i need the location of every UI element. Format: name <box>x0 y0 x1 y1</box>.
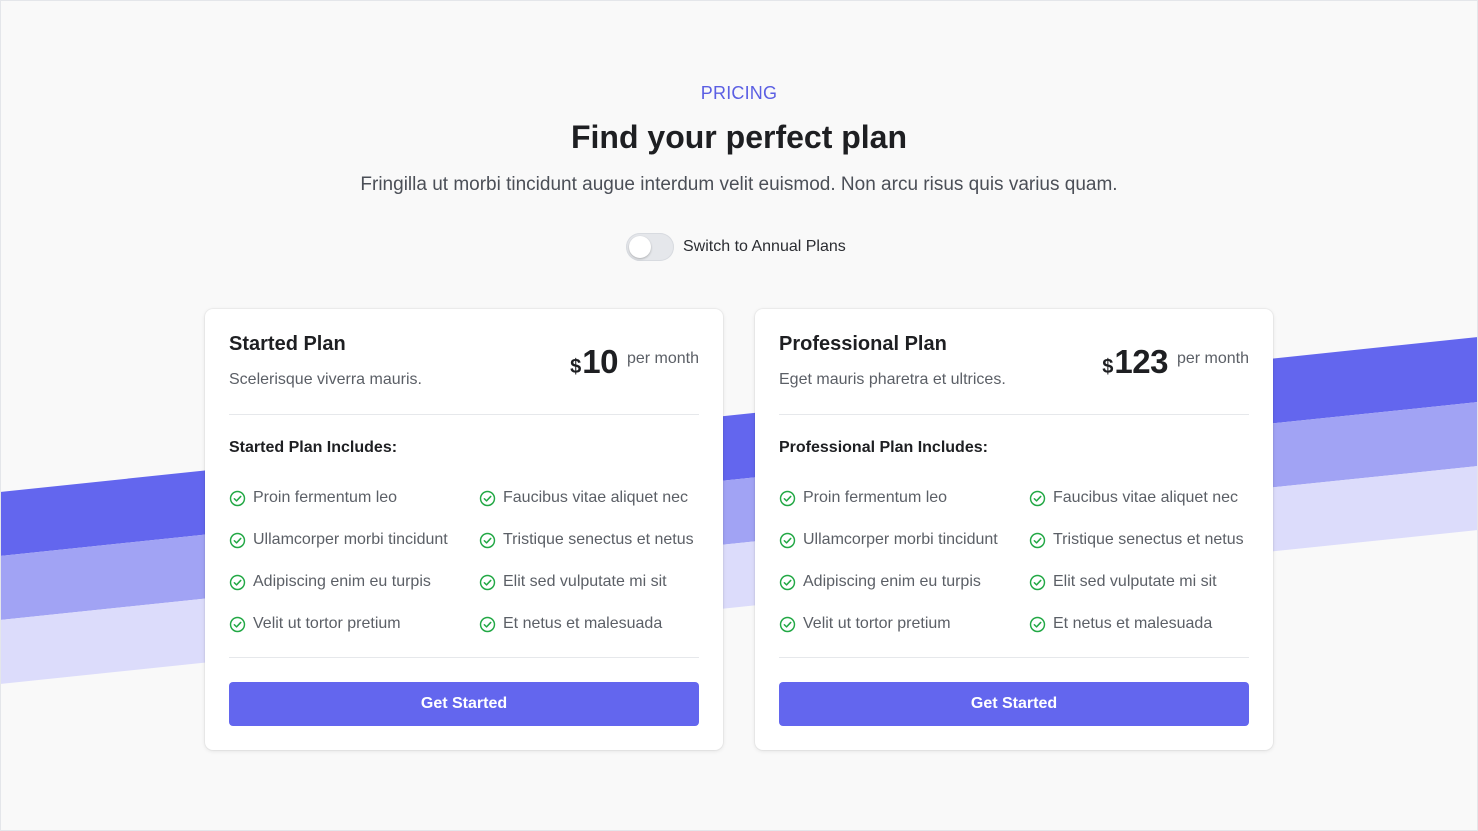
feature-text: Ullamcorper morbi tincidunt <box>253 531 448 548</box>
feature-text: Elit sed vulputate mi sit <box>1053 573 1217 590</box>
feature-item: Tristique senectus et netus <box>479 529 709 551</box>
feature-list: Proin fermentum leo Faucibus vitae aliqu… <box>229 487 709 635</box>
feature-text: Tristique senectus et netus <box>1053 531 1244 548</box>
check-circle-icon <box>479 574 496 590</box>
check-circle-icon <box>229 574 246 590</box>
check-circle-icon <box>1029 616 1046 632</box>
check-circle-icon <box>779 532 796 548</box>
plan-price: $ 10 per month <box>570 343 699 381</box>
divider <box>779 414 1249 415</box>
feature-item: Elit sed vulputate mi sit <box>479 571 709 593</box>
section-eyebrow: PRICING <box>700 83 778 103</box>
feature-text: Adipiscing enim eu turpis <box>803 573 981 590</box>
divider <box>229 414 699 415</box>
toggle-label: Switch to Annual Plans <box>683 238 846 255</box>
toggle-knob <box>629 236 651 258</box>
get-started-button[interactable]: Get Started <box>229 682 699 726</box>
feature-text: Proin fermentum leo <box>253 489 398 506</box>
price-amount: 10 <box>582 343 618 380</box>
feature-text: Ullamcorper morbi tincidunt <box>803 531 998 548</box>
feature-item: Proin fermentum leo <box>779 487 1029 509</box>
feature-item: Et netus et malesuada <box>479 613 709 635</box>
feature-text: Tristique senectus et netus <box>503 531 694 548</box>
includes-title: Professional Plan Includes: <box>779 439 988 456</box>
divider <box>779 657 1249 658</box>
feature-item: Ullamcorper morbi tincidunt <box>229 529 479 551</box>
price-currency: $ <box>570 356 582 378</box>
page-title: Find your perfect plan <box>570 119 908 155</box>
feature-text: Velit ut tortor pretium <box>253 615 401 632</box>
feature-text: Faucibus vitae aliquet nec <box>1053 489 1238 506</box>
plan-description: Eget mauris pharetra et ultrices. <box>779 371 1006 388</box>
check-circle-icon <box>229 532 246 548</box>
feature-item: Ullamcorper morbi tincidunt <box>779 529 1029 551</box>
price-amount: 123 <box>1114 343 1168 380</box>
plan-description: Scelerisque viverra mauris. <box>229 371 422 388</box>
feature-item: Velit ut tortor pretium <box>779 613 1029 635</box>
feature-item: Tristique senectus et netus <box>1029 529 1259 551</box>
check-circle-icon <box>479 490 496 506</box>
plan-name: Professional Plan <box>779 333 947 355</box>
feature-item: Faucibus vitae aliquet nec <box>479 487 709 509</box>
feature-item: Proin fermentum leo <box>229 487 479 509</box>
feature-text: Elit sed vulputate mi sit <box>503 573 667 590</box>
feature-text: Faucibus vitae aliquet nec <box>503 489 688 506</box>
plan-card-started: Started Plan Scelerisque viverra mauris.… <box>205 309 723 750</box>
feature-item: Elit sed vulputate mi sit <box>1029 571 1259 593</box>
feature-text: Velit ut tortor pretium <box>803 615 951 632</box>
feature-item: Et netus et malesuada <box>1029 613 1259 635</box>
price-period: per month <box>1176 350 1249 367</box>
get-started-button[interactable]: Get Started <box>779 682 1249 726</box>
price-period: per month <box>626 350 699 367</box>
check-circle-icon <box>1029 574 1046 590</box>
check-circle-icon <box>1029 532 1046 548</box>
feature-item: Velit ut tortor pretium <box>229 613 479 635</box>
check-circle-icon <box>779 616 796 632</box>
check-circle-icon <box>479 532 496 548</box>
feature-text: Adipiscing enim eu turpis <box>253 573 431 590</box>
check-circle-icon <box>229 616 246 632</box>
billing-toggle-row: Switch to Annual Plans <box>626 233 846 261</box>
check-circle-icon <box>1029 490 1046 506</box>
feature-text: Et netus et malesuada <box>1053 615 1213 632</box>
divider <box>229 657 699 658</box>
feature-text: Et netus et malesuada <box>503 615 663 632</box>
annual-plans-toggle[interactable] <box>626 233 674 261</box>
feature-item: Adipiscing enim eu turpis <box>779 571 1029 593</box>
price-currency: $ <box>1102 356 1114 378</box>
check-circle-icon <box>779 490 796 506</box>
feature-item: Adipiscing enim eu turpis <box>229 571 479 593</box>
feature-item: Faucibus vitae aliquet nec <box>1029 487 1259 509</box>
feature-list: Proin fermentum leo Faucibus vitae aliqu… <box>779 487 1259 635</box>
check-circle-icon <box>229 490 246 506</box>
includes-title: Started Plan Includes: <box>229 439 398 456</box>
feature-text: Proin fermentum leo <box>803 489 948 506</box>
plan-price: $ 123 per month <box>1102 343 1249 381</box>
check-circle-icon <box>779 574 796 590</box>
check-circle-icon <box>479 616 496 632</box>
plan-name: Started Plan <box>229 333 346 355</box>
page-subtitle: Fringilla ut morbi tincidunt augue inter… <box>360 174 1118 195</box>
plan-card-professional: Professional Plan Eget mauris pharetra e… <box>755 309 1273 750</box>
